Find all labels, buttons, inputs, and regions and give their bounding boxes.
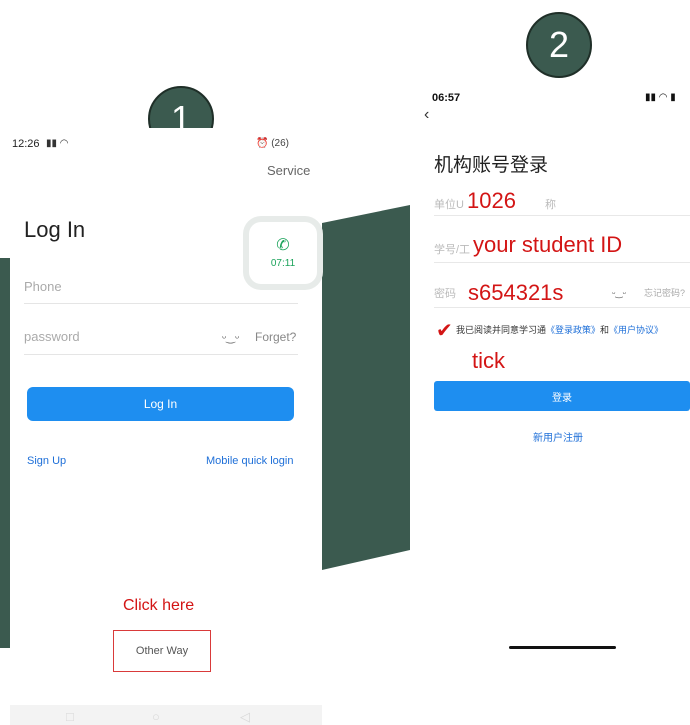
click-here-annotation: Click here xyxy=(123,597,195,614)
unit-underline xyxy=(434,215,690,216)
other-way-button[interactable]: Other Way xyxy=(113,630,211,672)
password-input[interactable]: password xyxy=(24,329,80,344)
login-button[interactable]: Log In xyxy=(27,387,294,421)
checkmark-icon[interactable]: ✔ xyxy=(436,318,453,343)
home-indicator[interactable] xyxy=(509,646,616,649)
service-link[interactable]: Service xyxy=(267,163,310,178)
page-title-2: 机构账号登录 xyxy=(434,155,549,176)
phone-input[interactable]: Phone xyxy=(24,279,62,294)
step-badge-2: 2 xyxy=(526,12,592,78)
student-id-annotation[interactable]: your student ID xyxy=(473,232,622,258)
tick-annotation: tick xyxy=(472,348,505,373)
status-icons-2: ▮▮ ◠ ▮ xyxy=(645,92,676,103)
eye-closed-icon[interactable]: ᵕ‿ᵕ xyxy=(222,331,239,344)
status-time-2: 06:57 xyxy=(432,92,461,104)
page-title: Log In xyxy=(24,217,86,242)
sign-up-link[interactable]: Sign Up xyxy=(27,455,66,467)
agreement-and: 和 xyxy=(600,325,610,335)
call-timer: 07:11 xyxy=(270,257,296,269)
user-agreement-link[interactable]: 《用户协议》 xyxy=(609,325,663,335)
status-icons: ⏰ (26) xyxy=(256,138,290,149)
forgot-password-link-2[interactable]: 忘记密码? xyxy=(644,286,685,299)
back-icon[interactable]: ◁ xyxy=(240,709,250,725)
login-button-2[interactable]: 登录 xyxy=(434,381,690,411)
call-widget[interactable]: ✆ 07:11 xyxy=(249,222,317,284)
password-underline xyxy=(434,307,690,308)
back-arrow-icon[interactable]: ‹ xyxy=(424,106,429,124)
unit-label-tail: 称 xyxy=(545,199,556,211)
student-id-label: 学号/工 xyxy=(434,244,471,256)
unit-label: 单位U xyxy=(434,199,464,211)
mobile-quick-login-link[interactable]: Mobile quick login xyxy=(206,455,293,467)
agreement-prefix: 我已阅读并同意学习通 xyxy=(456,325,547,335)
decorative-middle-panel xyxy=(322,205,410,570)
password-annotation[interactable]: s654321s xyxy=(468,280,563,306)
forget-password-link[interactable]: Forget? xyxy=(255,330,296,344)
system-nav-bar xyxy=(10,705,322,725)
status-time: 12:26 xyxy=(12,138,40,150)
unit-value-annotation[interactable]: 1026 xyxy=(467,188,516,214)
phone-input-underline xyxy=(24,303,298,304)
password-label: 密码 xyxy=(434,288,456,300)
policy-link[interactable]: 《登录政策》 xyxy=(546,325,600,335)
register-link[interactable]: 新用户注册 xyxy=(533,429,583,444)
student-id-underline xyxy=(434,262,690,263)
phone-icon: ✆ xyxy=(276,236,290,254)
agreement-text: 我已阅读并同意学习通《登录政策》和《用户协议》 xyxy=(456,324,690,336)
eye-closed-icon-2[interactable]: ᵕ‿ᵕ xyxy=(612,288,626,299)
password-input-underline xyxy=(24,354,298,355)
signal-wifi-icon: ▮▮ ◠ xyxy=(46,138,69,149)
home-icon[interactable]: ○ xyxy=(152,709,160,724)
recent-apps-icon[interactable]: □ xyxy=(66,709,74,724)
